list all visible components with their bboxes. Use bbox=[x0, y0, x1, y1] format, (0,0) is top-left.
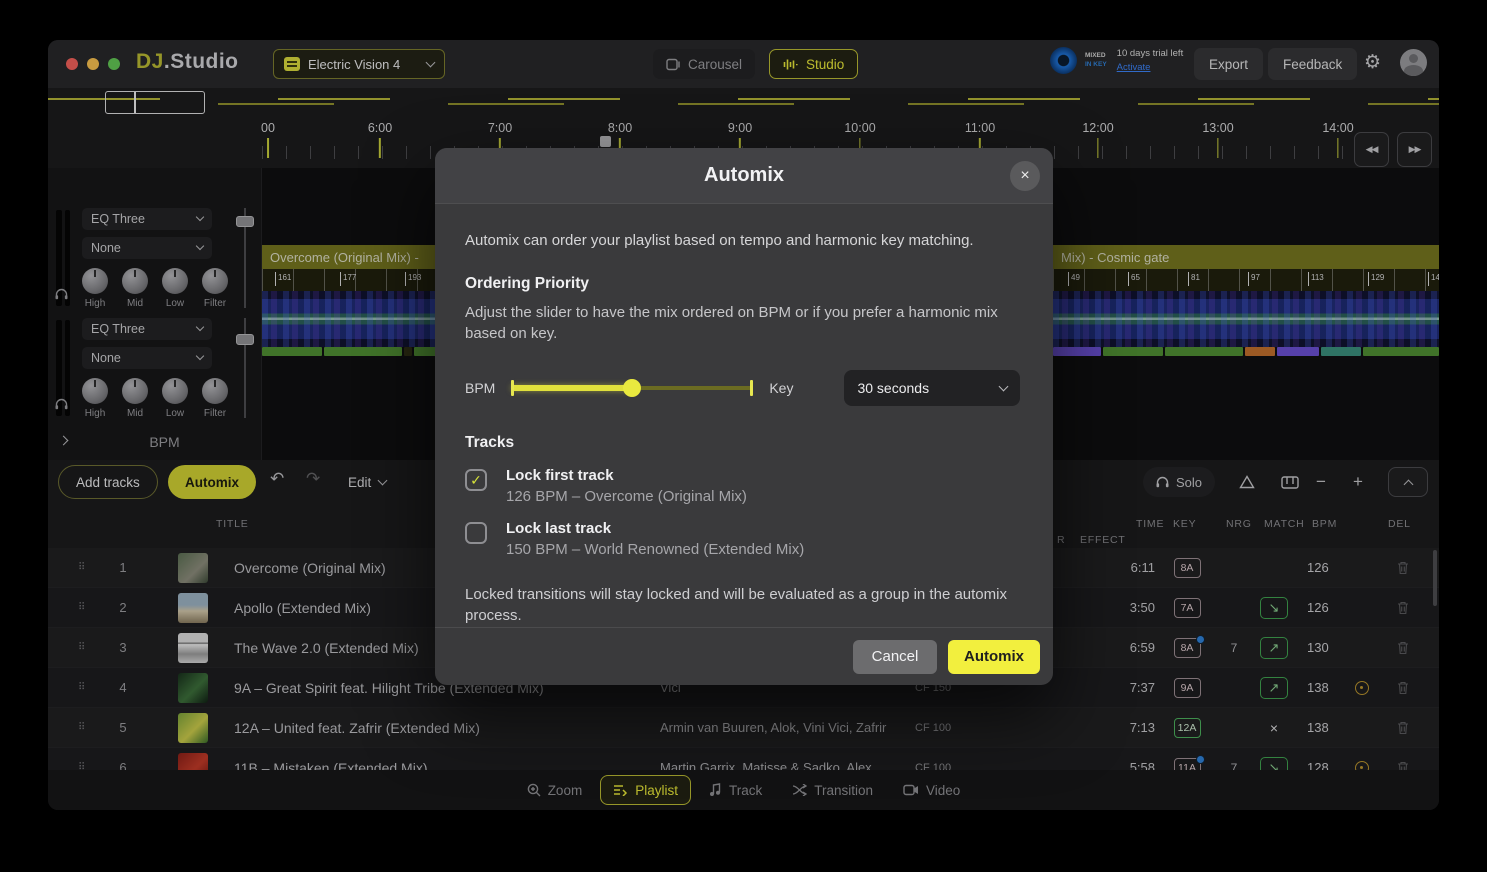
ordering-priority-sub: Adjust the slider to have the mix ordere… bbox=[465, 303, 1017, 344]
lock-last-track-row: Lock last track 150 BPM – World Renowned… bbox=[465, 520, 1023, 558]
slider-bpm-label: BPM bbox=[465, 380, 495, 396]
lock-first-label: Lock first track bbox=[506, 467, 747, 484]
lock-last-label: Lock last track bbox=[506, 520, 804, 537]
automix-confirm-button[interactable]: Automix bbox=[948, 640, 1040, 674]
modal-footer: Cancel Automix bbox=[435, 627, 1053, 685]
lock-first-track-row: ✓ Lock first track 126 BPM – Overcome (O… bbox=[465, 467, 1023, 505]
priority-slider[interactable] bbox=[511, 378, 753, 398]
modal-title: Automix bbox=[704, 164, 784, 187]
slider-thumb[interactable] bbox=[623, 379, 641, 397]
slider-right-cap bbox=[750, 380, 753, 396]
slider-key-label: Key bbox=[769, 380, 793, 396]
ordering-priority-heading: Ordering Priority bbox=[465, 275, 1023, 293]
automix-modal: Automix × Automix can order your playlis… bbox=[435, 148, 1053, 685]
chevron-down-icon bbox=[999, 381, 1009, 391]
lock-last-checkbox[interactable] bbox=[465, 522, 487, 544]
priority-slider-row: BPM Key 30 seconds bbox=[465, 370, 1023, 406]
modal-header: Automix × bbox=[435, 148, 1053, 204]
modal-description: Automix can order your playlist based on… bbox=[465, 232, 1023, 249]
tracks-heading: Tracks bbox=[465, 434, 1023, 452]
lock-last-detail: 150 BPM – World Renowned (Extended Mix) bbox=[506, 541, 804, 558]
locked-transitions-note: Locked transitions will stay locked and … bbox=[465, 584, 1010, 626]
slider-left-cap bbox=[511, 380, 514, 396]
modal-body: Automix can order your playlist based on… bbox=[435, 204, 1053, 626]
cancel-button[interactable]: Cancel bbox=[853, 640, 937, 674]
lock-first-detail: 126 BPM – Overcome (Original Mix) bbox=[506, 488, 747, 505]
transition-duration-select[interactable]: 30 seconds bbox=[844, 370, 1020, 406]
close-icon[interactable]: × bbox=[1010, 161, 1040, 191]
lock-first-checkbox[interactable]: ✓ bbox=[465, 469, 487, 491]
slider-fill bbox=[511, 385, 632, 391]
